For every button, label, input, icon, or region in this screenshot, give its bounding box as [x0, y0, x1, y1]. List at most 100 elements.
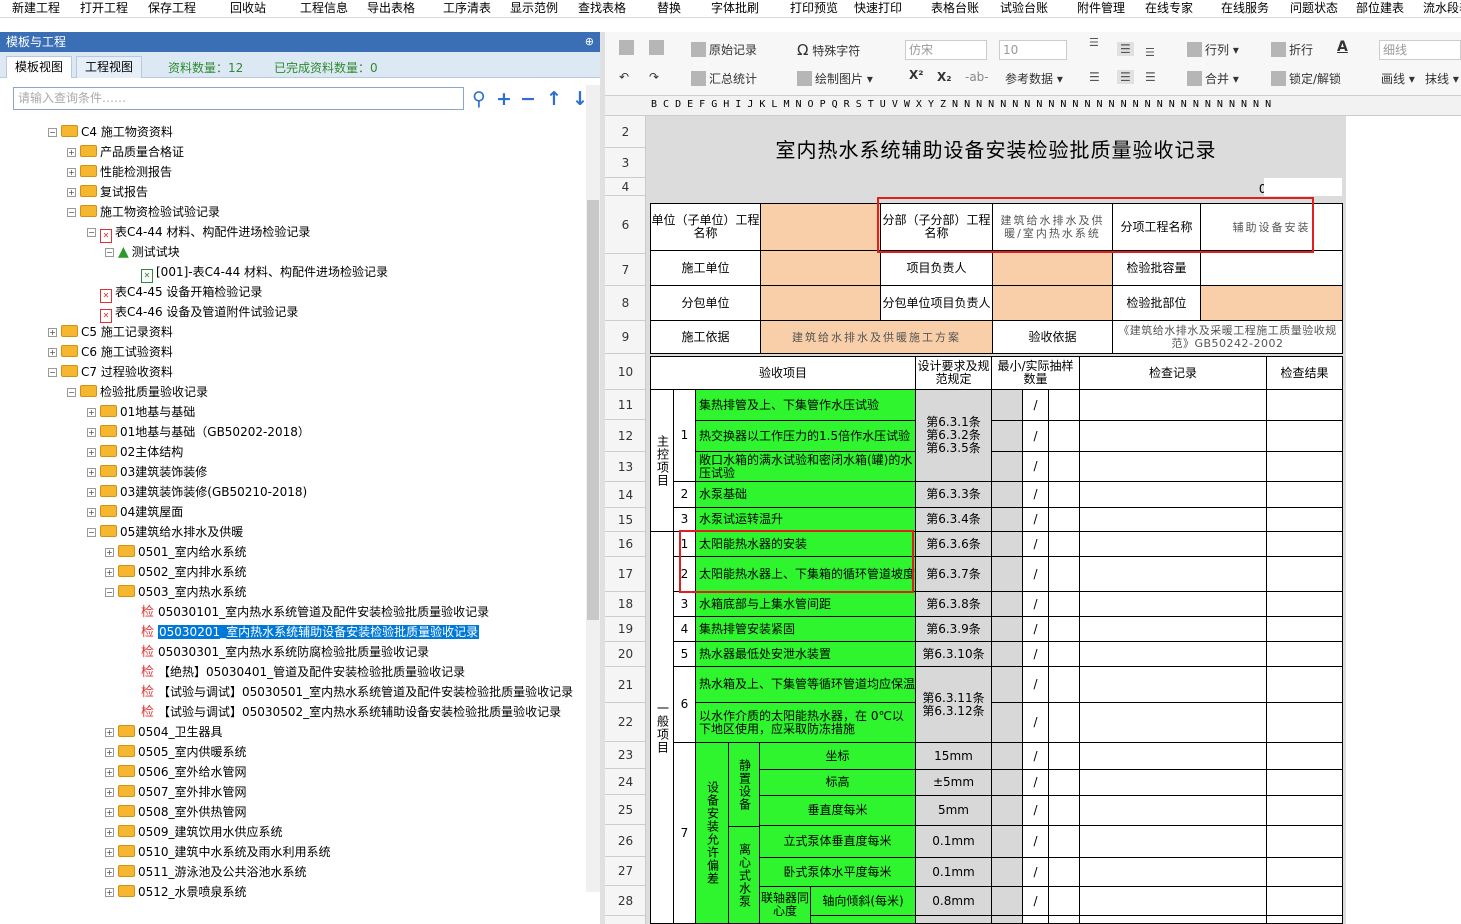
- menu-item-10[interactable]: 字体批刷: [711, 0, 759, 16]
- tree-node[interactable]: 检 05030301_室内热水系统防腐检验批质量验收记录: [128, 642, 429, 662]
- line-style-select[interactable]: 细线: [1379, 40, 1461, 60]
- tree-node[interactable]: − 0503_室内热水系统: [105, 582, 247, 602]
- sample-extra[interactable]: [1048, 641, 1080, 667]
- tree-node[interactable]: + C5 施工记录资料: [48, 322, 173, 342]
- sample-actual[interactable]: [1022, 915, 1049, 924]
- sample-min[interactable]: [991, 556, 1023, 592]
- tree-node[interactable]: ✕ 表C4-45 设备开箱检验记录: [87, 282, 262, 303]
- expand-icon[interactable]: +: [105, 768, 114, 777]
- result-cell[interactable]: [1266, 531, 1343, 557]
- record-cell[interactable]: [1079, 769, 1267, 796]
- menu-item-4[interactable]: 工程信息: [300, 0, 348, 16]
- sample-min[interactable]: [991, 641, 1023, 667]
- tab-project-view[interactable]: 工程视图: [76, 56, 143, 78]
- sample-extra[interactable]: [1048, 742, 1080, 770]
- tree-node[interactable]: − 05建筑给水排水及供暖: [87, 522, 243, 542]
- special-char-button[interactable]: Ω 特殊字符: [797, 41, 860, 59]
- expand-icon[interactable]: +: [48, 348, 57, 357]
- record-cell[interactable]: [1079, 451, 1267, 482]
- row-number[interactable]: 9: [605, 321, 646, 354]
- erase-line-button[interactable]: 抹线 ▾: [1425, 70, 1459, 87]
- tree-node[interactable]: +0501_室内给水系统: [105, 542, 247, 562]
- row-number[interactable]: 14: [605, 482, 646, 508]
- unit-value[interactable]: [760, 203, 881, 251]
- pm-value[interactable]: [992, 250, 1113, 286]
- lock-unlock-button[interactable]: 锁定/解锁: [1271, 70, 1341, 87]
- expand-icon[interactable]: +: [105, 748, 114, 757]
- tree-node[interactable]: − 检验批质量验收记录: [67, 382, 208, 402]
- expand-icon[interactable]: +: [105, 888, 114, 897]
- row-number[interactable]: 3: [605, 148, 646, 178]
- expand-icon[interactable]: +: [87, 408, 96, 417]
- record-cell[interactable]: [1079, 389, 1267, 421]
- collapse-icon[interactable]: −: [105, 248, 114, 257]
- menu-item-5[interactable]: 导出表格: [367, 0, 415, 16]
- row-number[interactable]: 2: [605, 116, 646, 148]
- row-number[interactable]: 4: [605, 178, 646, 196]
- tree-node[interactable]: +0502_室内排水系统: [105, 562, 247, 582]
- row-number[interactable]: 24: [605, 769, 646, 795]
- tree-node[interactable]: +01地基与基础: [87, 402, 195, 422]
- deviation-value-extra[interactable]: [915, 915, 992, 924]
- font-family-select[interactable]: 仿宋: [905, 40, 987, 60]
- align-left-icon[interactable]: ☰: [1089, 70, 1100, 84]
- record-cell[interactable]: [1079, 507, 1267, 532]
- result-cell[interactable]: [1266, 915, 1343, 924]
- result-cell[interactable]: [1266, 616, 1343, 642]
- tree-node[interactable]: + 产品质量合格证: [67, 142, 184, 162]
- collapse-icon[interactable]: −: [67, 208, 76, 217]
- row-number[interactable]: 13: [605, 452, 646, 482]
- sample-min[interactable]: [991, 531, 1023, 557]
- draw-picture-button[interactable]: 绘制图片 ▾: [797, 70, 873, 87]
- expand-icon[interactable]: +: [87, 428, 96, 437]
- menu-item-0[interactable]: 新建工程: [12, 0, 60, 16]
- expand-icon[interactable]: +: [87, 468, 96, 477]
- sample-extra[interactable]: [1048, 769, 1080, 796]
- font-color-button[interactable]: A: [1337, 39, 1348, 55]
- record-cell[interactable]: [1079, 857, 1267, 887]
- sample-extra[interactable]: [1048, 616, 1080, 642]
- record-cell[interactable]: [1079, 531, 1267, 557]
- menu-item-19[interactable]: 部位建表: [1356, 0, 1404, 16]
- expand-icon[interactable]: +: [67, 188, 76, 197]
- row-number[interactable]: 23: [605, 742, 646, 769]
- record-cell[interactable]: [1079, 420, 1267, 452]
- sample-min[interactable]: [991, 420, 1023, 452]
- sample-extra[interactable]: [1048, 531, 1080, 557]
- wrap-button[interactable]: 折行: [1271, 41, 1313, 58]
- sample-min[interactable]: [991, 915, 1023, 924]
- summary-stats-button[interactable]: 汇总统计: [691, 70, 757, 87]
- code-cell[interactable]: [1264, 178, 1342, 196]
- sample-min[interactable]: [991, 389, 1023, 421]
- row-number[interactable]: 16: [605, 532, 646, 557]
- row-number[interactable]: 18: [605, 592, 646, 617]
- record-cell[interactable]: [1079, 825, 1267, 858]
- result-cell[interactable]: [1266, 389, 1343, 421]
- tree-node[interactable]: +0510_建筑中水系统及雨水利用系统: [105, 842, 331, 862]
- menu-item-20[interactable]: 流水段表: [1423, 0, 1461, 16]
- draw-line-button[interactable]: 画线 ▾: [1381, 70, 1415, 87]
- tree-node[interactable]: +0512_水景喷泉系统: [105, 882, 247, 899]
- tree-node[interactable]: − 施工物资检验试验记录: [67, 202, 220, 222]
- menu-item-13[interactable]: 表格台账: [931, 0, 979, 16]
- result-cell[interactable]: [1266, 742, 1343, 770]
- sample-extra[interactable]: [1048, 481, 1080, 508]
- sample-min[interactable]: [991, 886, 1023, 916]
- menu-item-17[interactable]: 在线服务: [1221, 0, 1269, 16]
- menu-item-8[interactable]: 查找表格: [578, 0, 626, 16]
- sample-extra[interactable]: [1048, 915, 1080, 924]
- tree-node[interactable]: +02主体结构: [87, 442, 183, 462]
- sample-min[interactable]: [991, 666, 1023, 703]
- tree-node[interactable]: +03建筑装饰装修: [87, 462, 207, 482]
- menu-item-3[interactable]: 回收站: [230, 0, 266, 16]
- menu-item-7[interactable]: 显示范例: [510, 0, 558, 16]
- menu-item-1[interactable]: 打开工程: [80, 0, 128, 16]
- superscript-button[interactable]: X²: [909, 68, 924, 82]
- collapse-icon[interactable]: −: [105, 588, 114, 597]
- menu-item-12[interactable]: 快速打印: [854, 0, 902, 16]
- tree-node[interactable]: − ▲ 测试试块: [105, 242, 180, 262]
- tab-template-view[interactable]: 模板视图: [6, 56, 73, 78]
- undo-icon[interactable]: ↶: [619, 70, 629, 84]
- sample-extra[interactable]: [1048, 420, 1080, 452]
- result-cell[interactable]: [1266, 641, 1343, 667]
